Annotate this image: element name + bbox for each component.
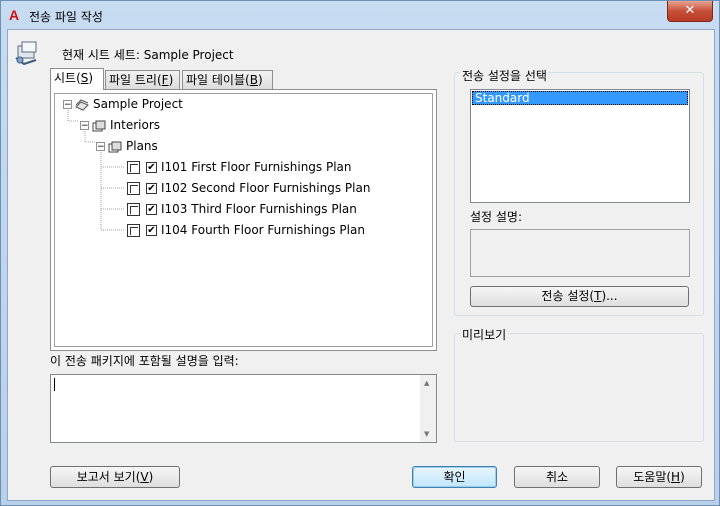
setup-description-label: 설정 설명: xyxy=(470,210,523,224)
view-report-button[interactable]: 보고서 보기(V) xyxy=(50,466,180,488)
sheet-tree[interactable]: − Sample Project − Interiors − Plans ✔ I101 … xyxy=(54,93,433,347)
dialog-client-area: 현재 시트 세트: Sample Project 시트(S) 파일 트리(F) … xyxy=(7,29,715,501)
cancel-button[interactable]: 취소 xyxy=(514,466,600,488)
transmittal-icon xyxy=(15,41,37,66)
ok-button[interactable]: 확인 xyxy=(412,466,497,488)
sheets-tab-panel: − Sample Project − Interiors − Plans ✔ I101 … xyxy=(50,89,437,351)
tree-connector-lines xyxy=(67,110,125,231)
dialog-window: A 전송 파일 작성 ✕ 현재 시트 세트: Sample Project 시트… xyxy=(0,0,720,506)
setup-item-selected[interactable]: Standard xyxy=(472,91,688,105)
transmittal-setups-button[interactable]: 전송 설정(T)... xyxy=(470,286,689,307)
setup-description-box xyxy=(470,229,690,277)
autocad-logo-icon: A xyxy=(9,7,20,23)
transmittal-setups-list[interactable]: Standard xyxy=(470,89,690,203)
setups-label: 전송 설정을 선택 xyxy=(460,67,549,84)
close-button[interactable]: ✕ xyxy=(667,1,713,22)
text-cursor xyxy=(54,378,55,391)
preview-group xyxy=(454,333,704,442)
title-bar: A 전송 파일 작성 ✕ xyxy=(1,1,719,29)
current-sheet-set-label: 현재 시트 세트: Sample Project xyxy=(62,48,234,62)
tab-file-tree[interactable]: 파일 트리(F) xyxy=(105,70,180,89)
notes-scrollbar[interactable]: ▲ ▼ xyxy=(420,375,436,442)
notes-textarea[interactable]: ▲ ▼ xyxy=(50,374,437,443)
help-button[interactable]: 도움말(H) xyxy=(616,466,702,488)
preview-label: 미리보기 xyxy=(460,326,509,343)
scroll-up-icon[interactable]: ▲ xyxy=(424,379,429,387)
window-title: 전송 파일 작성 xyxy=(29,10,103,24)
notes-label: 이 전송 패키지에 포함될 설명을 입력: xyxy=(50,354,239,368)
tab-files-table[interactable]: 파일 테이블(B) xyxy=(182,70,273,89)
scroll-down-icon[interactable]: ▼ xyxy=(424,430,429,438)
tab-sheets[interactable]: 시트(S) xyxy=(50,68,104,90)
